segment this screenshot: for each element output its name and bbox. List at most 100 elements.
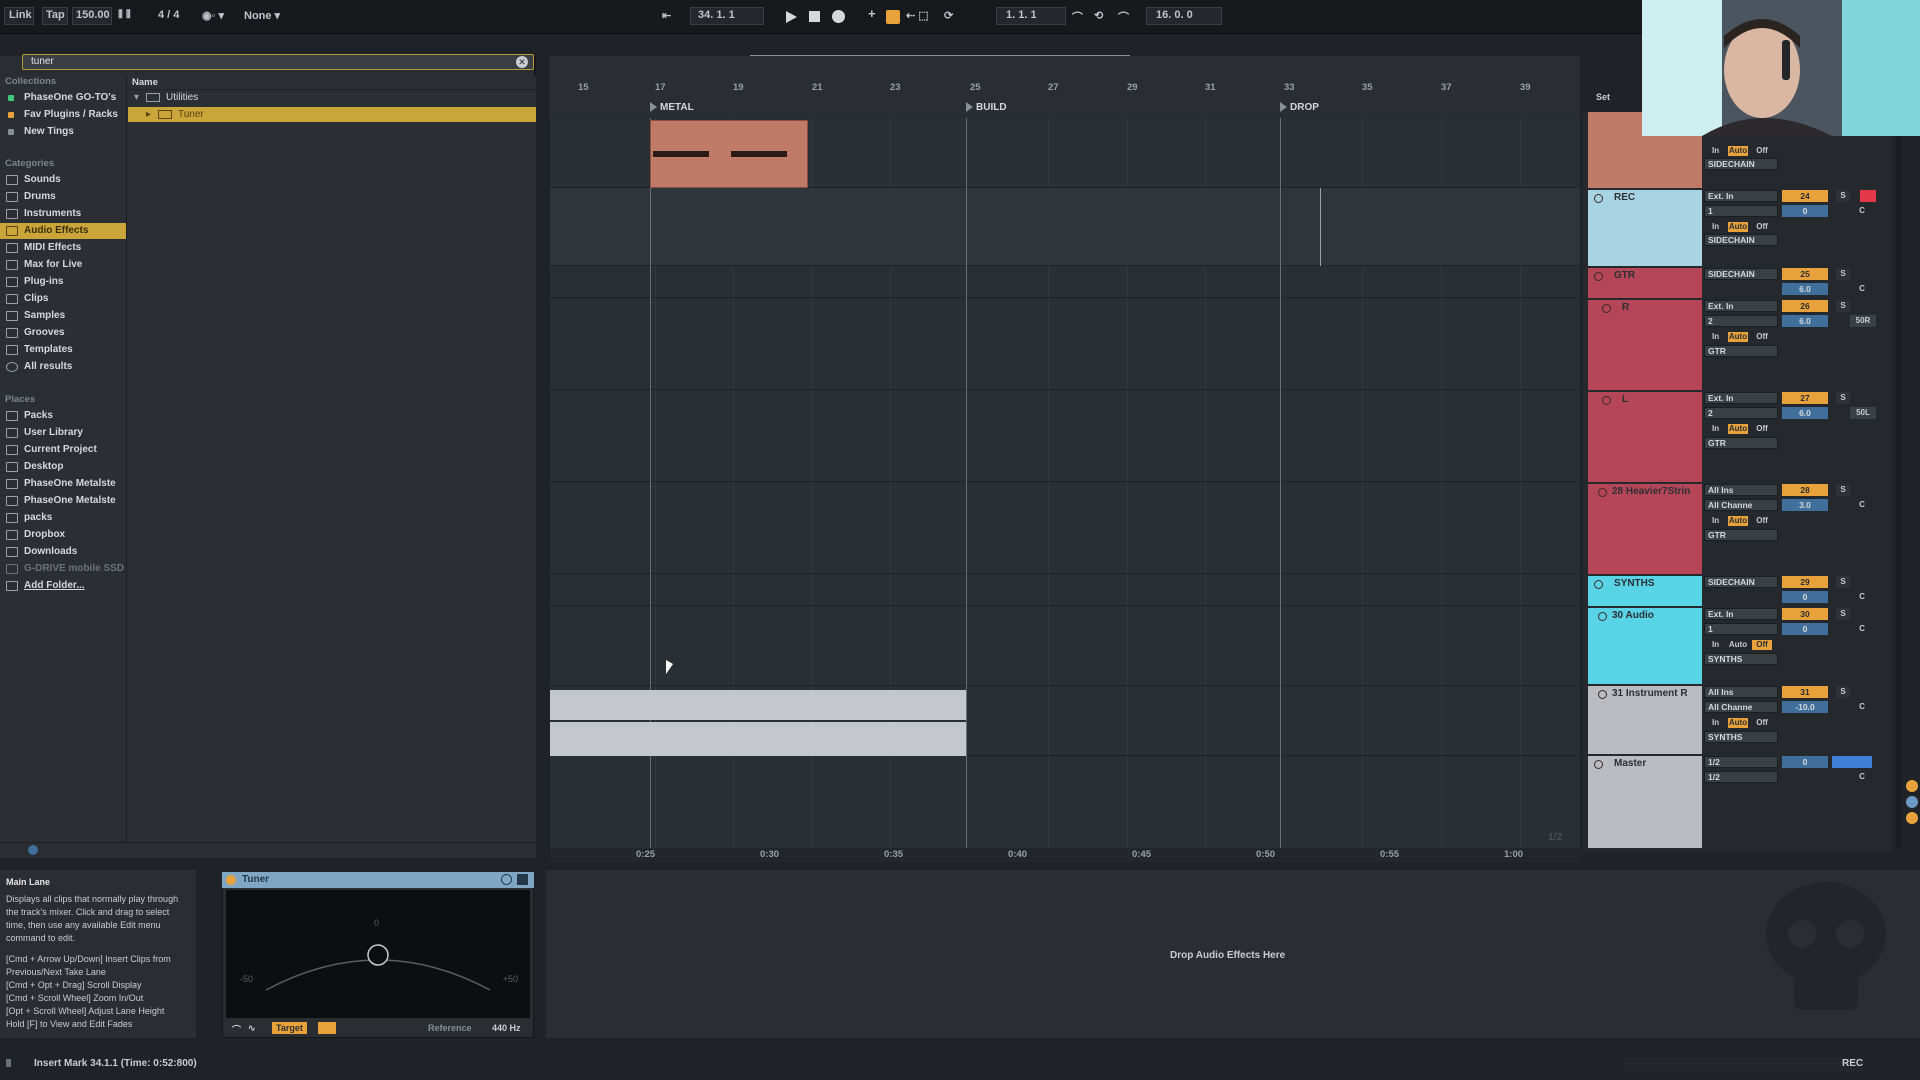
track-activator[interactable]: 25 [1782,268,1828,280]
expand-icon[interactable]: ▾ [134,90,139,105]
pan-field[interactable]: C [1850,591,1874,603]
category-audio-effects[interactable]: Audio Effects [0,223,126,239]
category-grooves[interactable]: Grooves [0,325,126,341]
browser-search-input[interactable]: tuner [22,54,534,70]
category-instruments[interactable]: Instruments [0,206,126,222]
play-icon[interactable] [786,11,797,23]
fold-icon[interactable] [1598,690,1607,699]
master-volume-field[interactable] [1832,756,1872,768]
off-button[interactable]: Off [1752,640,1772,650]
output-select[interactable]: SYNTHS [1704,731,1778,743]
pan-field[interactable]: C [1850,771,1874,783]
track-header-heavier7string[interactable]: 28 Heavier7Strin [1588,484,1702,574]
midi-note[interactable] [653,151,709,157]
input-type-select[interactable]: Ext. In [1704,608,1778,620]
solo-button[interactable]: S [1836,190,1850,202]
midi-clip[interactable] [650,120,808,188]
volume-field[interactable]: 0 [1782,205,1828,217]
place-packs-folder[interactable]: packs [0,510,126,526]
collection-item[interactable]: PhaseOne GO-TO's [0,90,126,106]
volume-field[interactable]: 6.0 [1782,283,1828,295]
automation-arm-icon[interactable] [886,10,900,24]
track-activator[interactable]: 26 [1782,300,1828,312]
add-folder-button[interactable]: Add Folder... [0,578,126,594]
track-header-gtr[interactable]: GTR [1588,268,1702,298]
locator-drop[interactable]: DROP [1280,102,1319,113]
input-channel-select[interactable]: All Channe [1704,701,1778,713]
input-channel-select[interactable]: 2 [1704,407,1778,419]
output-select[interactable]: SIDECHAIN [1704,158,1778,170]
beat-time-ruler[interactable]: 15 17 19 21 23 25 27 29 31 33 35 37 39 [550,78,1580,96]
auto-button[interactable]: Auto [1728,146,1748,156]
time-ruler[interactable]: 0:25 0:30 0:35 0:40 0:45 0:50 0:55 1:00 [550,848,1580,862]
track-header-synths[interactable]: SYNTHS [1588,576,1702,606]
track-header-rec[interactable]: REC [1588,190,1702,266]
volume-field[interactable]: 0 [1782,591,1828,603]
output-select[interactable]: GTR [1704,345,1778,357]
off-button[interactable]: Off [1752,146,1772,156]
status-icon[interactable] [1906,796,1918,808]
input-channel-select[interactable]: 1 [1704,623,1778,635]
fold-icon[interactable] [1602,396,1611,405]
cue-volume-field[interactable]: 0 [1782,756,1828,768]
off-button[interactable]: Off [1752,222,1772,232]
overdub-icon[interactable]: + [868,6,876,21]
volume-field[interactable]: 6.0 [1782,407,1828,419]
clear-search-icon[interactable]: ✕ [516,56,528,68]
result-row-utilities[interactable]: ▾ Utilities [128,90,536,105]
punch-out-icon[interactable]: ⌒ [1118,9,1129,25]
track-lane[interactable] [550,188,1580,266]
stop-icon[interactable] [809,11,820,22]
category-all-results[interactable]: All results [0,359,126,375]
solo-button[interactable]: S [1836,484,1850,496]
expand-icon[interactable]: ▸ [146,107,151,122]
solo-button[interactable]: S [1836,300,1850,312]
metronome-icon[interactable]: ◉◦ ▾ [202,9,224,22]
set-label[interactable]: Set [1596,92,1610,102]
input-type-select[interactable]: All Ins [1704,484,1778,496]
volume-field[interactable]: 6.0 [1782,315,1828,327]
track-header-master[interactable]: Master [1588,756,1702,848]
track-lane[interactable] [550,266,1580,298]
locator-metal[interactable]: METAL [650,102,694,113]
loop-switch-icon[interactable]: ⟲ [1094,9,1103,22]
locator-strip[interactable]: METAL BUILD DROP [550,100,1580,118]
track-header-31-instrument[interactable]: 31 Instrument R [1588,686,1702,754]
category-sounds[interactable]: Sounds [0,172,126,188]
track-lane[interactable] [550,574,1580,606]
punch-in-icon[interactable]: ⌒ [1072,9,1083,25]
input-type-select[interactable]: Ext. In [1704,392,1778,404]
pan-field[interactable]: C [1850,283,1874,295]
off-button[interactable]: Off [1752,332,1772,342]
track-activator[interactable]: 31 [1782,686,1828,698]
category-max-for-live[interactable]: Max for Live [0,257,126,273]
fold-icon[interactable] [1598,612,1607,621]
track-activator[interactable]: 29 [1782,576,1828,588]
volume-field[interactable]: 3.0 [1782,499,1828,511]
collection-item[interactable]: Fav Plugins / Racks [0,107,126,123]
auto-button[interactable]: Auto [1728,222,1748,232]
track-lane[interactable] [550,298,1580,390]
result-row-tuner[interactable]: ▸ Tuner [128,107,536,122]
pan-field[interactable]: 50R [1850,315,1876,327]
track-header-r[interactable]: R [1588,300,1702,390]
place-desktop[interactable]: Desktop [0,459,126,475]
pan-field[interactable]: C [1850,623,1874,635]
category-samples[interactable]: Samples [0,308,126,324]
histogram-icon[interactable]: ⌒ [232,1023,241,1036]
category-clips[interactable]: Clips [0,291,126,307]
output-select[interactable]: SIDECHAIN [1704,234,1778,246]
track-activator[interactable]: 30 [1782,608,1828,620]
place-phaseone-2[interactable]: PhaseOne Metalste [0,493,126,509]
quantize-menu[interactable]: None ▾ [244,9,280,22]
fold-icon[interactable] [1594,194,1603,203]
locator-build[interactable]: BUILD [966,102,1007,113]
volume-field[interactable]: -10.0 [1782,701,1828,713]
tuner-title-bar[interactable]: Tuner [222,872,534,888]
fold-icon[interactable] [1594,760,1603,769]
category-plug-ins[interactable]: Plug-ins [0,274,126,290]
fold-icon[interactable] [1594,580,1603,589]
pan-field[interactable]: C [1850,499,1874,511]
pan-field[interactable]: C [1850,205,1874,217]
track-lane[interactable] [550,390,1580,482]
